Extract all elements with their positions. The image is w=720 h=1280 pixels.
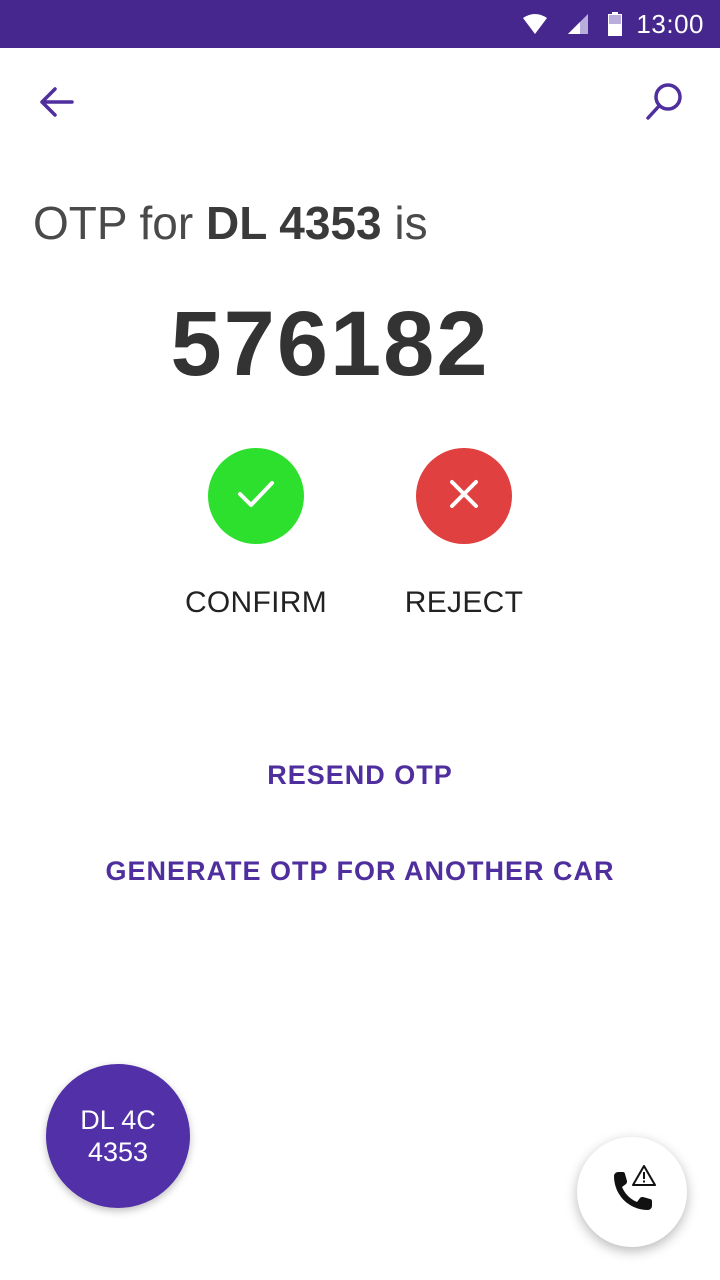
confirm-button[interactable]: [208, 448, 304, 544]
call-support-button[interactable]: [577, 1137, 687, 1247]
toolbar: [0, 48, 720, 160]
check-icon: [236, 479, 276, 514]
status-time: 13:00: [636, 8, 704, 39]
otp-heading-prefix: OTP for: [33, 197, 206, 249]
confirm-action: CONFIRM: [166, 448, 346, 620]
confirm-label: CONFIRM: [184, 586, 328, 619]
status-bar: 13:00: [0, 0, 720, 48]
reject-action: REJECT: [374, 448, 554, 620]
generate-otp-another-car-button[interactable]: GENERATE OTP FOR ANOTHER CAR: [0, 856, 720, 887]
wifi-icon: [522, 13, 548, 35]
back-button[interactable]: [26, 76, 86, 132]
search-icon: [643, 81, 685, 128]
reject-label: REJECT: [404, 586, 524, 619]
search-button[interactable]: [634, 76, 694, 132]
otp-heading-suffix: is: [381, 197, 428, 249]
otp-plate-number: DL 4353: [205, 197, 382, 249]
car-badge-line2: 4353: [87, 1137, 149, 1167]
phone-alert-icon: [606, 1164, 658, 1221]
resend-otp-button[interactable]: RESEND OTP: [0, 760, 720, 791]
arrow-left-icon: [38, 86, 74, 123]
signal-icon: [566, 13, 590, 35]
car-badge-line1: DL 4C: [80, 1105, 156, 1135]
reject-button[interactable]: [416, 448, 512, 544]
otp-code: 576182: [170, 293, 490, 395]
close-icon: [448, 478, 480, 515]
battery-icon: [608, 12, 623, 36]
otp-heading: OTP for DL 4353 is: [33, 196, 428, 250]
car-badge[interactable]: DL 4C 4353: [46, 1064, 190, 1208]
